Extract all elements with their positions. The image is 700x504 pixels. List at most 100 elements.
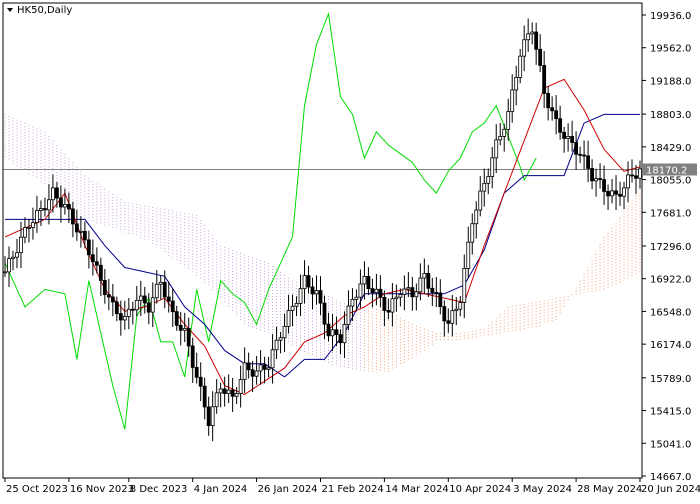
- candle-body: [418, 277, 423, 293]
- candle-body: [382, 297, 387, 311]
- candle-body: [326, 323, 331, 337]
- candle-body: [594, 178, 598, 182]
- candle-body: [158, 281, 163, 285]
- candle-body: [90, 254, 95, 263]
- candle-body: [330, 329, 335, 337]
- candle-body: [118, 313, 123, 321]
- y-axis: 19936.0 19562.0 19188.0 18803.0 18429.0 18055…: [642, 11, 691, 483]
- candle-body: [550, 107, 555, 112]
- candle-body: [466, 241, 471, 269]
- y-tick-label: 18429.0: [650, 143, 691, 154]
- candle-body: [502, 128, 507, 137]
- ichimoku-chart: 19936.0 19562.0 19188.0 18803.0 18429.0 18055…: [0, 0, 700, 500]
- candle-body: [19, 236, 23, 254]
- candle-body: [334, 329, 339, 336]
- candle-body: [146, 302, 151, 313]
- candle-body: [610, 190, 614, 197]
- candle-body: [426, 273, 431, 289]
- candle-body: [190, 345, 195, 368]
- candle-body: [302, 275, 307, 290]
- chart-window: 19936.0 19562.0 19188.0 18803.0 18429.0 18055…: [0, 0, 700, 500]
- candle-body: [270, 349, 275, 369]
- candle-body: [51, 187, 55, 201]
- candle-body: [182, 328, 187, 331]
- candle-body: [342, 324, 347, 344]
- candle-body: [322, 302, 327, 325]
- candle-body: [174, 311, 179, 326]
- candle-body: [298, 288, 303, 304]
- y-tick-label: 19188.0: [650, 76, 691, 87]
- candle-body: [346, 305, 351, 325]
- candle-body: [578, 153, 582, 156]
- candle-body: [462, 268, 467, 303]
- symbol-header[interactable]: HK50,Daily: [7, 5, 72, 16]
- x-tick-label: 3 May 2024: [513, 484, 572, 495]
- candle-body: [170, 300, 175, 313]
- candle-body: [102, 280, 107, 296]
- candle-body: [518, 55, 523, 78]
- candle-body: [230, 389, 235, 397]
- candle-body: [27, 227, 31, 229]
- candle-body: [35, 210, 39, 224]
- candle-body: [626, 174, 630, 189]
- candle-body: [422, 273, 427, 279]
- candle-body: [59, 197, 63, 208]
- candle-body: [482, 182, 487, 192]
- candle-body: [538, 48, 543, 66]
- candle-body: [402, 288, 407, 295]
- candle-body: [586, 155, 590, 169]
- x-tick-label: 26 Jan 2024: [258, 484, 318, 495]
- candle-body: [414, 291, 419, 298]
- candle-body: [406, 287, 411, 290]
- y-tick-label: 18803.0: [650, 110, 691, 121]
- candle-body: [446, 320, 451, 324]
- y-tick-label: 16548.0: [650, 307, 691, 318]
- candle-body: [250, 369, 255, 377]
- candle-body: [530, 31, 535, 35]
- candle-body: [222, 388, 227, 394]
- candle-body: [478, 190, 483, 211]
- candle-body: [178, 324, 183, 331]
- y-tick-label: 19936.0: [650, 11, 691, 22]
- candle-body: [3, 271, 7, 274]
- x-tick-label: 21 Feb 2024: [322, 484, 384, 495]
- candle-body: [526, 33, 531, 41]
- current-price-label: 18170.2: [646, 165, 687, 176]
- candle-body: [506, 111, 511, 130]
- candle-body: [362, 275, 367, 285]
- y-tick-label: 15041.0: [650, 439, 691, 450]
- candle-body: [574, 142, 579, 155]
- candle-body: [590, 168, 594, 182]
- candle-body: [562, 131, 567, 139]
- candle-body: [638, 168, 642, 179]
- candle-body: [602, 179, 606, 192]
- x-tick-label: 4 Jan 2024: [194, 484, 248, 495]
- candle-body: [338, 334, 343, 344]
- candle-body: [198, 376, 203, 387]
- y-tick-label: 15789.0: [650, 374, 691, 385]
- candle-body: [63, 203, 67, 208]
- candle-body: [122, 316, 127, 321]
- candle-body: [226, 389, 231, 394]
- candle-body: [394, 296, 399, 300]
- x-tick-label: 20 Jun 2024: [641, 484, 700, 495]
- candle-body: [142, 295, 147, 304]
- candle-body: [218, 388, 223, 394]
- candle-body: [238, 379, 243, 394]
- candle-body: [630, 174, 634, 177]
- candle-body: [110, 296, 115, 303]
- candle-body: [78, 230, 83, 233]
- candle-body: [186, 328, 191, 347]
- y-tick-label: 16174.0: [650, 340, 691, 351]
- candle-body: [98, 264, 103, 281]
- candle-body: [374, 288, 379, 294]
- candle-body: [570, 136, 575, 143]
- candle-body: [154, 283, 159, 299]
- candle-body: [290, 305, 295, 311]
- candle-body: [582, 154, 586, 157]
- candle-body: [82, 230, 87, 241]
- candle-body: [458, 302, 463, 310]
- candle-body: [494, 139, 499, 159]
- candle-body: [474, 209, 479, 225]
- candle-body: [378, 288, 383, 298]
